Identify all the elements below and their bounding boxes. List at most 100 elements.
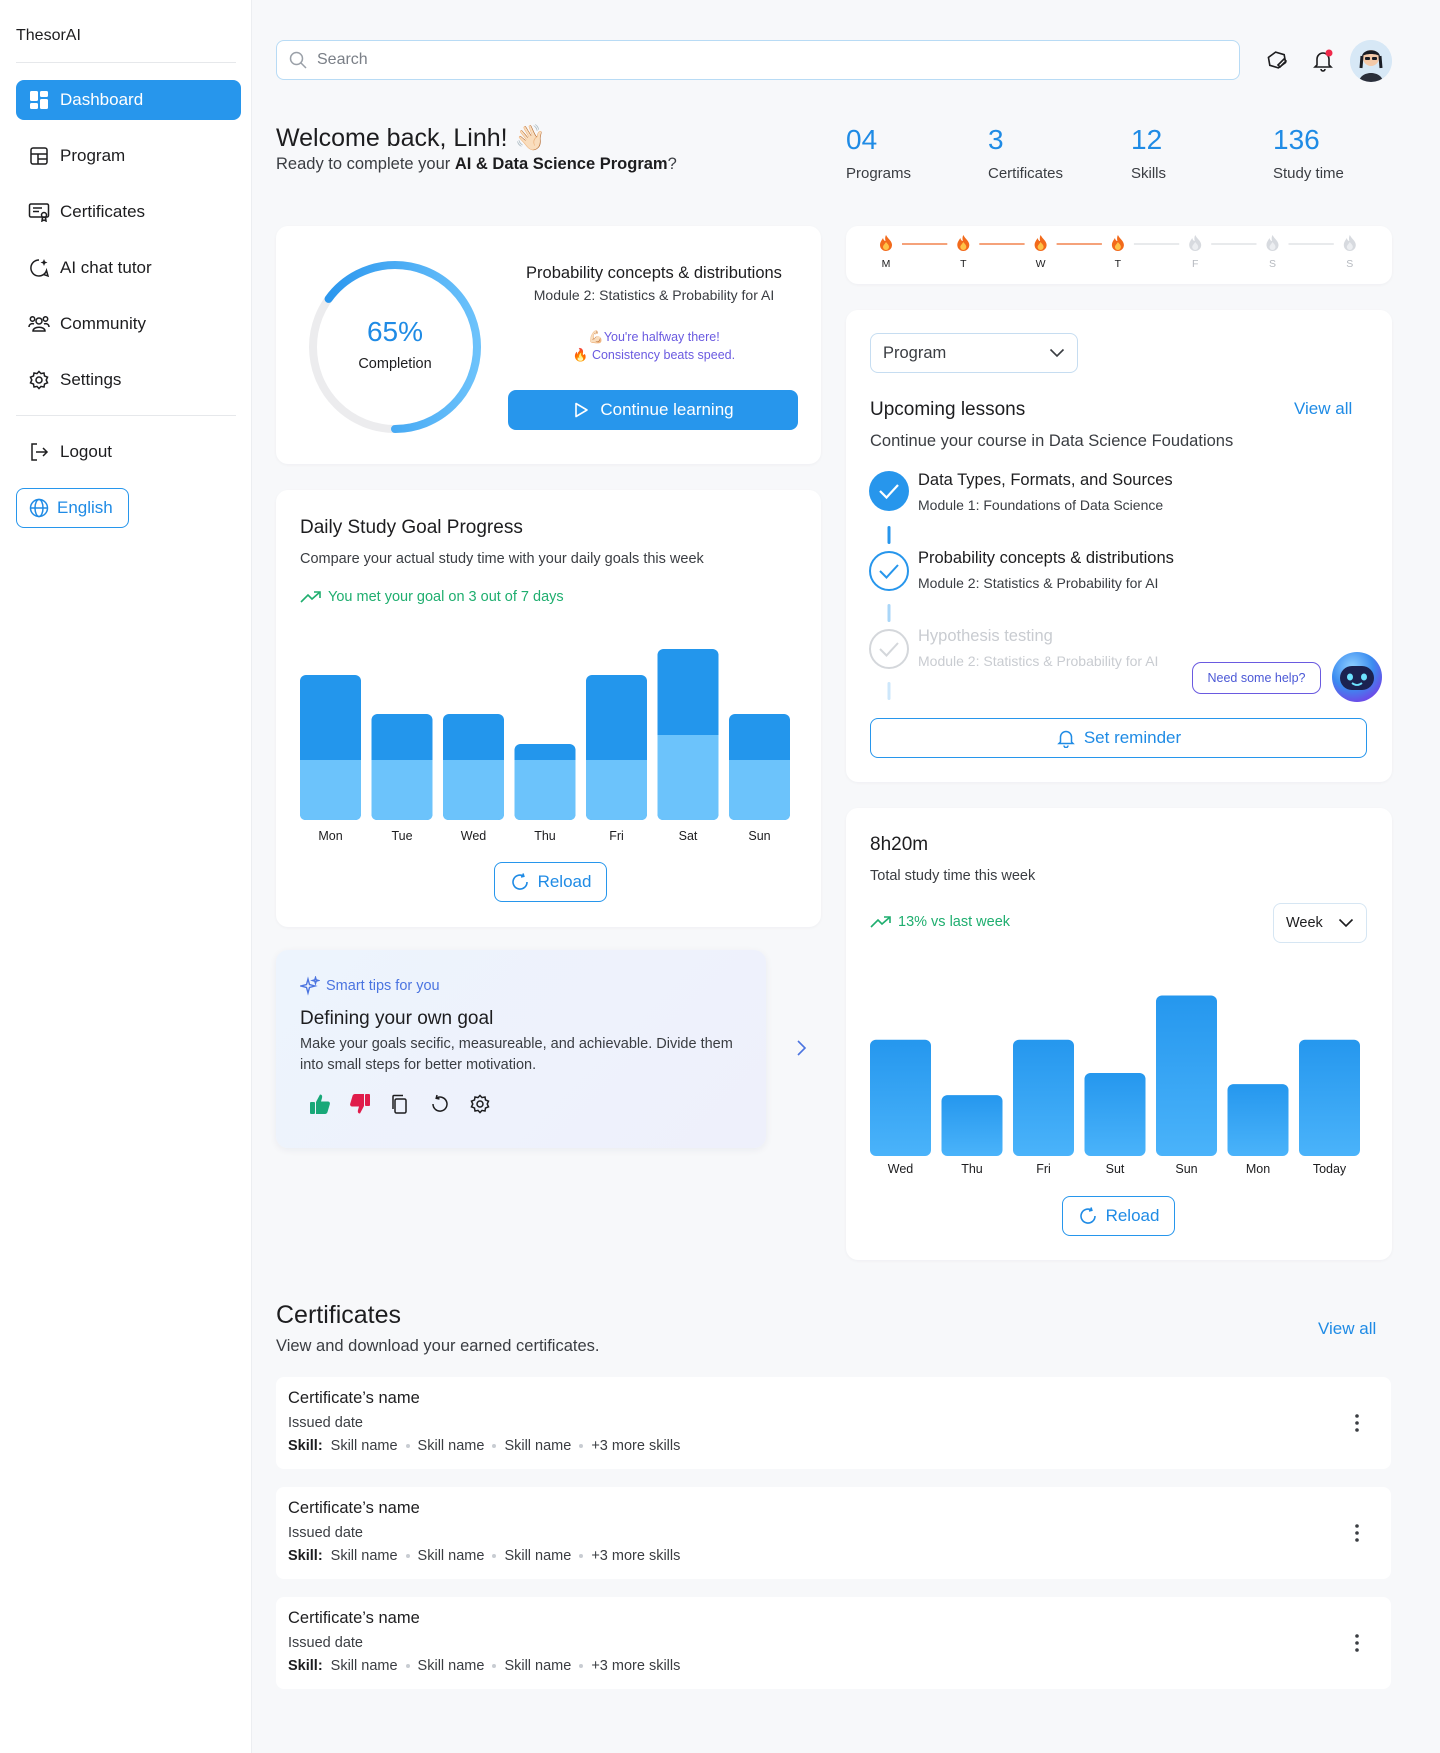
period-select[interactable]: Week — [1273, 903, 1367, 943]
streak-day-label: M — [881, 258, 891, 270]
set-reminder-button[interactable]: Set reminder — [870, 718, 1367, 758]
chevron-right-icon[interactable] — [794, 1038, 808, 1058]
reload-icon — [1078, 1206, 1098, 1226]
flame-icon — [1266, 235, 1279, 251]
brand-name: ThesorAI — [16, 27, 81, 44]
bell-icon[interactable] — [1309, 46, 1337, 74]
bar-goal — [371, 760, 433, 820]
play-icon — [572, 401, 590, 419]
skill-tag: Skill name — [504, 1548, 572, 1564]
bar-study-time — [870, 1039, 931, 1156]
more-skills[interactable]: +3 more skills — [591, 1548, 680, 1564]
completion-label: Completion — [358, 356, 432, 372]
certificate-row[interactable]: Certificate’s name Issued date Skill: Sk… — [276, 1377, 1391, 1469]
period-select-value: Week — [1286, 915, 1323, 931]
trend-up-icon — [300, 590, 322, 604]
stat-skills-label: Skills — [1131, 165, 1167, 182]
program-icon — [28, 145, 50, 167]
sidebar-item-certificates[interactable]: Certificates — [16, 192, 241, 232]
streak-day-label: W — [1035, 258, 1046, 270]
sidebar-item-label: Certificates — [60, 202, 146, 221]
refresh-icon[interactable] — [428, 1092, 452, 1116]
tips-body: Make your goals secific, measureable, an… — [300, 1036, 733, 1073]
bar-goal — [514, 760, 576, 820]
thumbs-down-icon[interactable] — [348, 1092, 372, 1116]
upcoming-lessons-view-all[interactable]: View all — [1294, 399, 1352, 419]
more-options-icon[interactable] — [1347, 1633, 1367, 1653]
notes-icon[interactable] — [1263, 46, 1291, 74]
sidebar-item-label: Community — [60, 314, 146, 333]
bar-label: Mon — [1245, 1162, 1271, 1176]
more-skills[interactable]: +3 more skills — [591, 1658, 680, 1674]
study-time-delta: 13% vs last week — [870, 914, 1010, 930]
dashboard-icon — [28, 89, 50, 111]
bar-label: Fri — [609, 829, 624, 843]
stat-programs-value: 04 — [846, 124, 878, 155]
certificate-row[interactable]: Certificate’s name Issued date Skill: Sk… — [276, 1597, 1391, 1689]
settings-icon[interactable] — [468, 1092, 492, 1116]
program-select[interactable]: Program — [870, 333, 1078, 373]
search-bar[interactable] — [276, 40, 1240, 80]
search-input[interactable] — [317, 51, 1217, 69]
bar-study-time — [1299, 1039, 1360, 1156]
certificate-date: Issued date — [288, 1525, 363, 1541]
need-help-button[interactable]: Need some help? — [1192, 662, 1321, 694]
stat-study-time-label: Study time — [1273, 165, 1344, 182]
skill-tag: Skill name — [504, 1658, 572, 1674]
logout-icon — [28, 441, 50, 463]
globe-icon — [29, 498, 49, 518]
bar-study-time — [1084, 1073, 1146, 1156]
flame-icon — [1111, 235, 1124, 251]
study-time-delta-text: 13% vs last week — [898, 914, 1011, 930]
flame-icon — [957, 235, 970, 251]
thumbs-up-icon[interactable] — [308, 1092, 332, 1116]
language-button[interactable]: English — [16, 488, 129, 528]
copy-icon[interactable] — [388, 1092, 412, 1116]
daily-goal-reload-button[interactable]: Reload — [494, 862, 607, 902]
bar-label: Tue — [391, 829, 413, 843]
welcome-subtitle-prefix: Ready to complete your — [276, 155, 455, 173]
skill-tag: Skill name — [417, 1658, 485, 1674]
skill-tag: Skill name — [330, 1438, 398, 1454]
continue-learning-button[interactable]: Continue learning — [508, 390, 798, 430]
separator-dot — [492, 1444, 497, 1448]
avatar[interactable] — [1350, 40, 1392, 82]
skill-tag: Skill name — [417, 1548, 485, 1564]
sparkle-icon — [300, 976, 320, 996]
stat-programs-label: Programs — [846, 165, 912, 182]
program-select-value: Program — [883, 343, 947, 362]
bar-label: Wed — [460, 829, 487, 843]
bar-goal — [443, 760, 504, 820]
sidebar-item-ai-chat-tutor[interactable]: AI chat tutor — [16, 248, 241, 288]
more-skills[interactable]: +3 more skills — [591, 1438, 680, 1454]
certificate-skills: Skill: Skill name Skill name Skill name … — [288, 1658, 680, 1674]
language-label: English — [57, 498, 113, 517]
sidebar-item-settings[interactable]: Settings — [16, 360, 241, 400]
sidebar-divider — [16, 62, 236, 63]
skill-tag: Skill name — [417, 1438, 485, 1454]
program-name: AI & Data Science Program — [454, 155, 668, 173]
bar-label: Today — [1312, 1162, 1347, 1176]
separator-dot — [492, 1664, 497, 1668]
streak-day-label: T — [960, 258, 967, 270]
certificate-row[interactable]: Certificate’s name Issued date Skill: Sk… — [276, 1487, 1391, 1579]
lesson-module: Module 1: Foundations of Data Science — [918, 497, 1164, 513]
skill-label: Skill: — [288, 1548, 323, 1564]
bar-goal — [657, 735, 719, 820]
sidebar-item-community[interactable]: Community — [16, 304, 241, 344]
sidebar-item-label: Settings — [60, 370, 122, 389]
logout-button[interactable]: Logout — [16, 432, 241, 472]
certificates-view-all[interactable]: View all — [1318, 1319, 1376, 1339]
motivation-halfway: 💪🏻You're halfway there! — [588, 330, 720, 344]
more-options-icon[interactable] — [1347, 1523, 1367, 1543]
flame-icon — [1034, 235, 1047, 251]
study-time-reload-button[interactable]: Reload — [1062, 1196, 1175, 1236]
more-options-icon[interactable] — [1347, 1413, 1367, 1433]
bar-study-time — [1227, 1084, 1289, 1156]
sidebar-item-dashboard[interactable]: Dashboard — [16, 80, 241, 120]
sidebar-divider — [16, 415, 236, 416]
robot-assistant-icon[interactable] — [1330, 650, 1384, 704]
sidebar-item-program[interactable]: Program — [16, 136, 241, 176]
bar-goal — [300, 760, 361, 820]
bar-label: Sut — [1105, 1162, 1125, 1176]
